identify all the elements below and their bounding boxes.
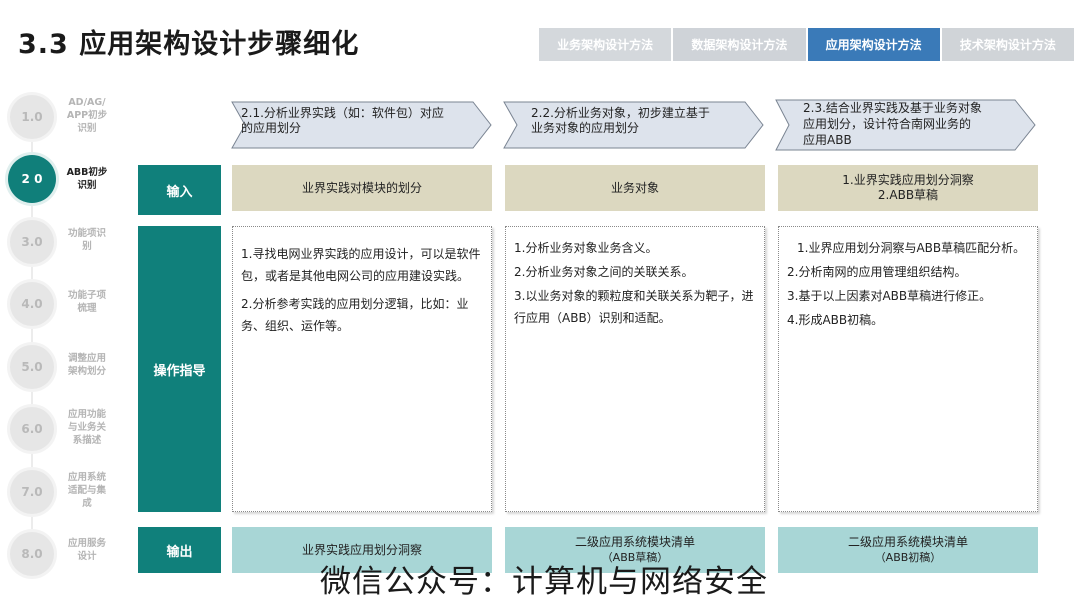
step-7: 7.0 应用系统 适配与集 成 [0,467,120,517]
operation-item: 1.业界应用划分洞察与ABB草稿匹配分析。 [797,241,1026,255]
step-number: 2 0 [8,155,56,203]
method-tabs: 业务架构设计方法 数据架构设计方法 应用架构设计方法 技术架构设计方法 [539,28,1074,61]
step-number: 5.0 [10,345,54,389]
step-label: ABB初步 识别 [66,167,108,191]
step-3: 3.0 功能项识 别 [0,217,120,267]
phase-arrow-2-1: 2.1.分析业界实践（如：软件包）对应 的应用划分 [231,101,493,149]
tab-technology-architecture[interactable]: 技术架构设计方法 [941,28,1074,61]
step-number: 7.0 [10,470,54,514]
row-label-input: 输入 [138,165,221,215]
tab-business-architecture[interactable]: 业务架构设计方法 [539,28,672,61]
step-number: 6.0 [10,407,54,451]
operation-item: 2.分析参考实践的应用划分逻辑，比如：业务、组织、运作等。 [241,297,469,333]
phase-arrow-text: 2.1.分析业界实践（如：软件包）对应 的应用划分 [241,106,444,135]
step-5: 5.0 调整应用 架构划分 [0,342,120,392]
step-label: 调整应用 架构划分 [67,353,106,377]
output-main-text: 二级应用系统模块清单 [574,535,695,549]
operation-cell-1: 1.寻找电网业界实践的应用设计，可以是软件包，或者是其他电网公司的应用建设实践。… [232,226,492,512]
phase-arrow-2-3: 2.3.结合业界实践及基于业务对象 应用划分，设计符合南网业务的 应用ABB [775,99,1037,151]
operation-item: 2.分析业务对象之间的关联关系。 [514,265,694,279]
operation-item: 3.基于以上因素对ABB草稿进行修正。 [787,289,992,303]
operation-item: 2.分析南网的应用管理组织结构。 [787,265,967,279]
step-4: 4.0 功能子项 梳理 [0,279,120,329]
step-number: 1.0 [10,95,54,139]
step-8: 8.0 应用服务 设计 [0,529,120,579]
step-1: 1.0 AD/AG/ APP初步 识别 [0,92,120,142]
phase-arrow-text: 2.2.分析业务对象，初步建立基于 业务对象的应用划分 [531,106,710,135]
operation-cell-2: 1.分析业务对象业务含义。 2.分析业务对象之间的关联关系。 3.以业务对象的颗… [505,226,765,512]
operation-item: 3.以业务对象的颗粒度和关联关系为靶子，进行应用（ABB）识别和适配。 [514,289,754,325]
step-label: 应用服务 设计 [67,538,106,562]
input-cell-3: 1.业界实践应用划分洞察 2.ABB草稿 [778,165,1038,211]
operation-item: 4.形成ABB初稿。 [787,313,884,327]
page-title: 3.3 应用架构设计步骤细化 [18,29,360,60]
output-cell-3: 二级应用系统模块清单 （ABB初稿） [778,527,1038,573]
phase-arrow-text: 2.3.结合业界实践及基于业务对象 应用划分，设计符合南网业务的 应用ABB [803,101,982,147]
input-cell-1: 业界实践对模块的划分 [232,165,492,211]
tab-application-architecture[interactable]: 应用架构设计方法 [807,28,940,61]
step-2-current: 2 0 ABB初步 识别 [0,154,120,204]
step-label: 功能子项 梳理 [67,290,106,314]
operation-item: 1.分析业务对象业务含义。 [514,241,658,255]
operation-cell-3: 1.业界应用划分洞察与ABB草稿匹配分析。 2.分析南网的应用管理组织结构。 3… [778,226,1038,512]
watermark-text: 微信公众号：计算机与网络安全 [320,564,768,600]
step-6: 6.0 应用功能 与业务关 系描述 [0,404,120,454]
row-label-output: 输出 [138,527,221,573]
step-label: AD/AG/ APP初步 识别 [66,97,108,134]
row-label-operation: 操作指导 [138,226,221,512]
step-label: 应用系统 适配与集 成 [67,472,106,509]
phase-arrow-2-2: 2.2.分析业务对象，初步建立基于 业务对象的应用划分 [503,101,765,149]
output-sub-text: （ABB初稿） [874,551,942,564]
step-label: 应用功能 与业务关 系描述 [67,409,106,446]
tab-data-architecture[interactable]: 数据架构设计方法 [673,28,806,61]
step-label: 功能项识 别 [67,228,106,252]
step-number: 4.0 [10,282,54,326]
input-cell-2: 业务对象 [505,165,765,211]
step-number: 8.0 [10,532,54,576]
output-main-text: 二级应用系统模块清单 [847,535,968,549]
step-number: 3.0 [10,220,54,264]
operation-item: 1.寻找电网业界实践的应用设计，可以是软件包，或者是其他电网公司的应用建设实践。 [241,247,481,283]
